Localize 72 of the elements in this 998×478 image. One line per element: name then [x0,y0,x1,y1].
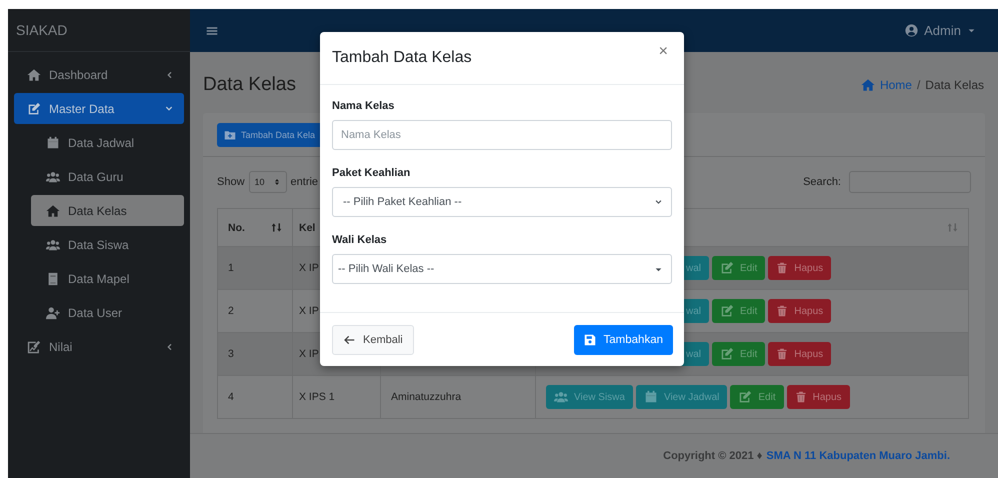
home-icon [27,68,41,82]
users-icon [46,238,60,252]
back-button[interactable]: Kembali [332,325,414,355]
home-icon [46,204,60,218]
user-menu[interactable]: Admin [905,23,976,38]
sidebar-item[interactable]: Master Data [14,93,184,124]
users-icon [554,390,568,404]
column-header[interactable]: No. [228,222,245,234]
calendar-icon [644,390,658,404]
delete-button[interactable]: Hapus [768,256,832,280]
sidebar-subitem[interactable]: Data Siswa [31,229,184,260]
edit-icon [720,261,734,275]
copyright-text: Copyright © 2021 ♦ [663,450,762,462]
sidebar-subitem[interactable]: Data Mapel [31,263,184,294]
delete-button[interactable]: Hapus [768,299,832,323]
edit-icon [720,347,734,361]
show-label: Show [217,176,245,188]
user-add-icon [46,306,60,320]
sidebar-subitem[interactable]: Data Kelas [31,195,184,226]
edit-icon [27,102,41,116]
edit-icon [738,390,752,404]
close-button[interactable]: × [654,43,672,61]
field-label: Paket Keahlian [332,167,412,179]
home-icon [860,78,875,92]
save-icon [584,334,596,346]
submit-button[interactable]: Tambahkan [574,325,673,355]
trash-icon [794,391,807,403]
table-cell: 3 [228,348,234,360]
sort-arrows-icon [947,222,958,233]
text-field[interactable]: Nama Kelas [332,120,672,150]
calendar-icon [46,136,60,150]
delete-button[interactable]: Hapus [786,385,850,409]
table-cell: X IPS 1 [299,391,335,403]
book-icon [46,272,60,286]
table-cell: Aminatuzzuhra [391,391,462,403]
entries-label: entrie [290,176,318,188]
modal-title: Tambah Data Kelas [332,49,472,67]
table-cell: 1 [228,262,234,274]
page-size-select[interactable]: 10 [248,171,287,193]
table-cell: X IP [299,262,319,274]
edit-icon [720,304,734,318]
page-title: Data Kelas [203,74,296,96]
dropdown-field[interactable]: -- Pilih Wali Kelas -- [332,254,672,284]
sort-arrows-icon [271,222,282,233]
field-label: Nama Kelas [332,100,396,112]
table-cell: X IP [299,305,319,317]
table-cell: 2 [228,305,234,317]
search-label: Search: [803,176,841,188]
table-cell: X IP [299,348,319,360]
chevron-down-icon [654,198,663,206]
arrow-left-icon [343,334,355,346]
table-cell: 4 [228,391,234,403]
chevron-down-icon [164,104,174,114]
breadcrumb-current: Data Kelas [925,78,984,92]
brand-name[interactable]: SIAKAD [16,22,68,38]
delete-button[interactable]: Hapus [768,342,832,366]
dropdown-field[interactable]: -- Pilih Paket Keahlian -- [332,187,672,217]
field-label: Wali Kelas [332,234,388,246]
trash-icon [776,305,788,317]
column-header[interactable]: Kel [299,222,316,234]
sidebar-subitem[interactable]: Data Guru [31,161,184,192]
sidebar-subitem[interactable]: Data User [31,297,184,328]
trash-icon [776,348,788,360]
users-icon [46,170,60,184]
sidebar-subitem[interactable]: Data Jadwal [31,127,184,158]
sidebar-item[interactable]: Nilai [14,331,184,362]
breadcrumb-separator: / [916,78,920,92]
trash-icon [776,262,788,274]
sidebar-item[interactable]: Dashboard [14,59,184,90]
updown-icon [272,178,281,186]
folder-plus-icon [224,128,236,140]
user-circle-icon [905,24,918,37]
